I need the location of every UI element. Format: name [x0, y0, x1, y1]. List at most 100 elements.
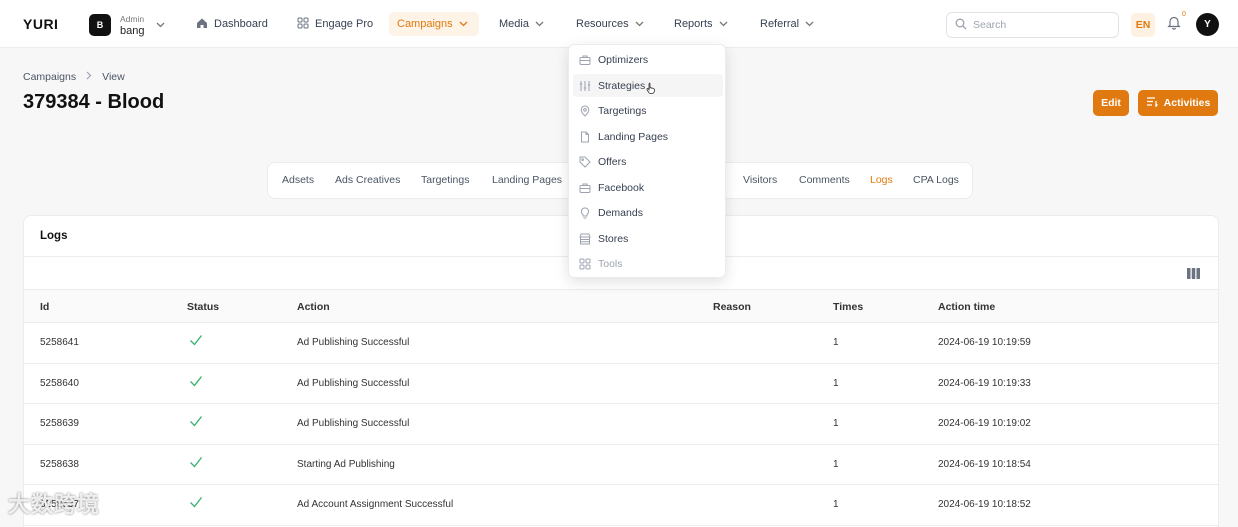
menu-item-strategies[interactable]: Strategies	[573, 74, 723, 97]
tab-ads-creatives[interactable]: Ads Creatives	[335, 174, 400, 186]
search-icon	[955, 18, 967, 33]
tab-targetings[interactable]: Targetings	[421, 174, 469, 186]
column-times[interactable]: Times	[833, 301, 863, 313]
cell-action: Starting Ad Publishing	[297, 458, 395, 470]
tab-landing-pages[interactable]: Landing Pages	[492, 174, 562, 186]
cell-action-time: 2024-06-19 10:19:33	[938, 377, 1031, 389]
menu-item-label: Stores	[598, 232, 629, 245]
cell-id: 5258640	[40, 377, 79, 389]
check-icon	[189, 375, 203, 390]
nav-reports[interactable]: Reports	[666, 12, 736, 36]
notification-count: 0	[1182, 11, 1186, 18]
cell-action: Ad Account Assignment Successful	[297, 499, 454, 510]
edit-button[interactable]: Edit	[1093, 90, 1129, 116]
columns-icon[interactable]	[1187, 268, 1200, 282]
breadcrumb-view: View	[102, 71, 125, 83]
cell-times: 1	[833, 337, 839, 348]
chevron-down-icon	[805, 19, 814, 29]
grid-icon	[579, 258, 591, 270]
column-id[interactable]: Id	[40, 301, 49, 313]
menu-item-label: Landing Pages	[598, 130, 669, 143]
cell-times: 1	[833, 418, 839, 429]
table-row[interactable]: 5258638 Starting Ad Publishing 1 2024-06…	[24, 445, 1218, 485]
column-reason[interactable]: Reason	[713, 301, 751, 313]
menu-item-label: Offers	[598, 155, 627, 168]
edit-button-label: Edit	[1101, 97, 1121, 109]
search-input[interactable]: Search	[946, 12, 1119, 38]
nav-reports-label: Reports	[674, 18, 713, 30]
nav-dashboard[interactable]: Dashboard	[188, 12, 276, 36]
table-row[interactable]: 5258639 Ad Publishing Successful 1 2024-…	[24, 404, 1218, 445]
search-placeholder: Search	[973, 19, 1007, 31]
cell-action: Ad Publishing Successful	[297, 337, 410, 348]
tab-adsets[interactable]: Adsets	[282, 174, 314, 186]
resources-dropdown: Optimizers Strategies Targetings Landing…	[568, 44, 726, 278]
account-avatar: B	[89, 14, 111, 36]
cell-id: 5258641	[40, 337, 79, 348]
cell-action: Ad Publishing Successful	[297, 418, 410, 429]
check-icon	[189, 334, 203, 349]
top-nav: YURI B Admin bang Dashboard Engage Pro C…	[0, 0, 1238, 48]
cell-id: 5258638	[40, 458, 79, 470]
app-logo[interactable]: YURI	[23, 16, 58, 32]
cell-action: Ad Publishing Successful	[297, 377, 410, 389]
menu-item-targetings[interactable]: Targetings	[573, 99, 723, 122]
cell-action-time: 2024-06-19 10:19:59	[938, 337, 1031, 348]
activities-button[interactable]: Activities	[1138, 90, 1218, 116]
activities-button-label: Activities	[1163, 97, 1211, 109]
cell-times: 1	[833, 499, 839, 510]
nav-engage-pro[interactable]: Engage Pro	[289, 12, 381, 36]
store-icon	[579, 233, 591, 245]
nav-media-label: Media	[499, 18, 529, 30]
breadcrumb: Campaigns View	[23, 71, 125, 83]
menu-item-optimizers[interactable]: Optimizers	[573, 48, 723, 71]
nav-media[interactable]: Media	[491, 12, 552, 36]
menu-item-landing-pages[interactable]: Landing Pages	[573, 125, 723, 148]
bell-icon[interactable]	[1167, 15, 1181, 33]
table-header: Id Status Action Reason Times Action tim…	[24, 289, 1218, 323]
menu-item-offers[interactable]: Offers	[573, 150, 723, 173]
user-avatar[interactable]: Y	[1196, 13, 1219, 36]
cell-action-time: 2024-06-19 10:18:52	[938, 499, 1031, 510]
check-icon	[189, 496, 203, 511]
nav-campaigns-label: Campaigns	[397, 18, 453, 30]
nav-campaigns[interactable]: Campaigns	[389, 12, 479, 36]
nav-engage-pro-label: Engage Pro	[315, 18, 374, 30]
chevron-down-icon	[635, 19, 644, 29]
breadcrumb-campaigns[interactable]: Campaigns	[23, 71, 76, 83]
menu-item-demands[interactable]: Demands	[573, 201, 723, 224]
nav-resources[interactable]: Resources	[568, 12, 652, 36]
chevron-down-icon	[459, 19, 468, 29]
tab-comments[interactable]: Comments	[799, 174, 850, 186]
tab-cpa-logs[interactable]: CPA Logs	[913, 174, 959, 186]
account-switcher[interactable]: B Admin bang	[89, 13, 165, 37]
cell-action-time: 2024-06-19 10:18:54	[938, 458, 1031, 470]
chevron-right-icon	[86, 71, 92, 83]
table-row[interactable]: 5258641 Ad Publishing Successful 1 2024-…	[24, 323, 1218, 364]
column-action[interactable]: Action	[297, 301, 330, 313]
cell-times: 1	[833, 377, 839, 389]
tab-logs[interactable]: Logs	[870, 174, 893, 186]
table-row[interactable]: 5258640 Ad Publishing Successful 1 2024-…	[24, 364, 1218, 404]
language-switcher[interactable]: EN	[1131, 13, 1155, 37]
nav-referral[interactable]: Referral	[752, 12, 822, 36]
tab-visitors[interactable]: Visitors	[743, 174, 777, 186]
page-title: 379384 - Blood	[23, 91, 165, 113]
column-action-time[interactable]: Action time	[938, 301, 995, 313]
chevron-down-icon	[719, 19, 728, 29]
grid-icon	[297, 17, 309, 32]
check-icon	[189, 456, 203, 471]
menu-item-label: Tools	[598, 257, 623, 270]
menu-item-label: Optimizers	[598, 53, 649, 66]
menu-item-tools[interactable]: Tools	[573, 252, 723, 275]
list-icon	[1146, 96, 1158, 110]
menu-item-stores[interactable]: Stores	[573, 227, 723, 250]
chevron-down-icon	[156, 20, 165, 31]
menu-item-facebook[interactable]: Facebook	[573, 176, 723, 199]
briefcase-icon	[579, 54, 591, 66]
account-role: Admin	[120, 14, 145, 24]
logs-title: Logs	[40, 230, 68, 242]
table-row[interactable]: 5258637 Ad Account Assignment Successful…	[24, 485, 1218, 526]
column-status[interactable]: Status	[187, 301, 219, 313]
briefcase-icon	[579, 182, 591, 194]
